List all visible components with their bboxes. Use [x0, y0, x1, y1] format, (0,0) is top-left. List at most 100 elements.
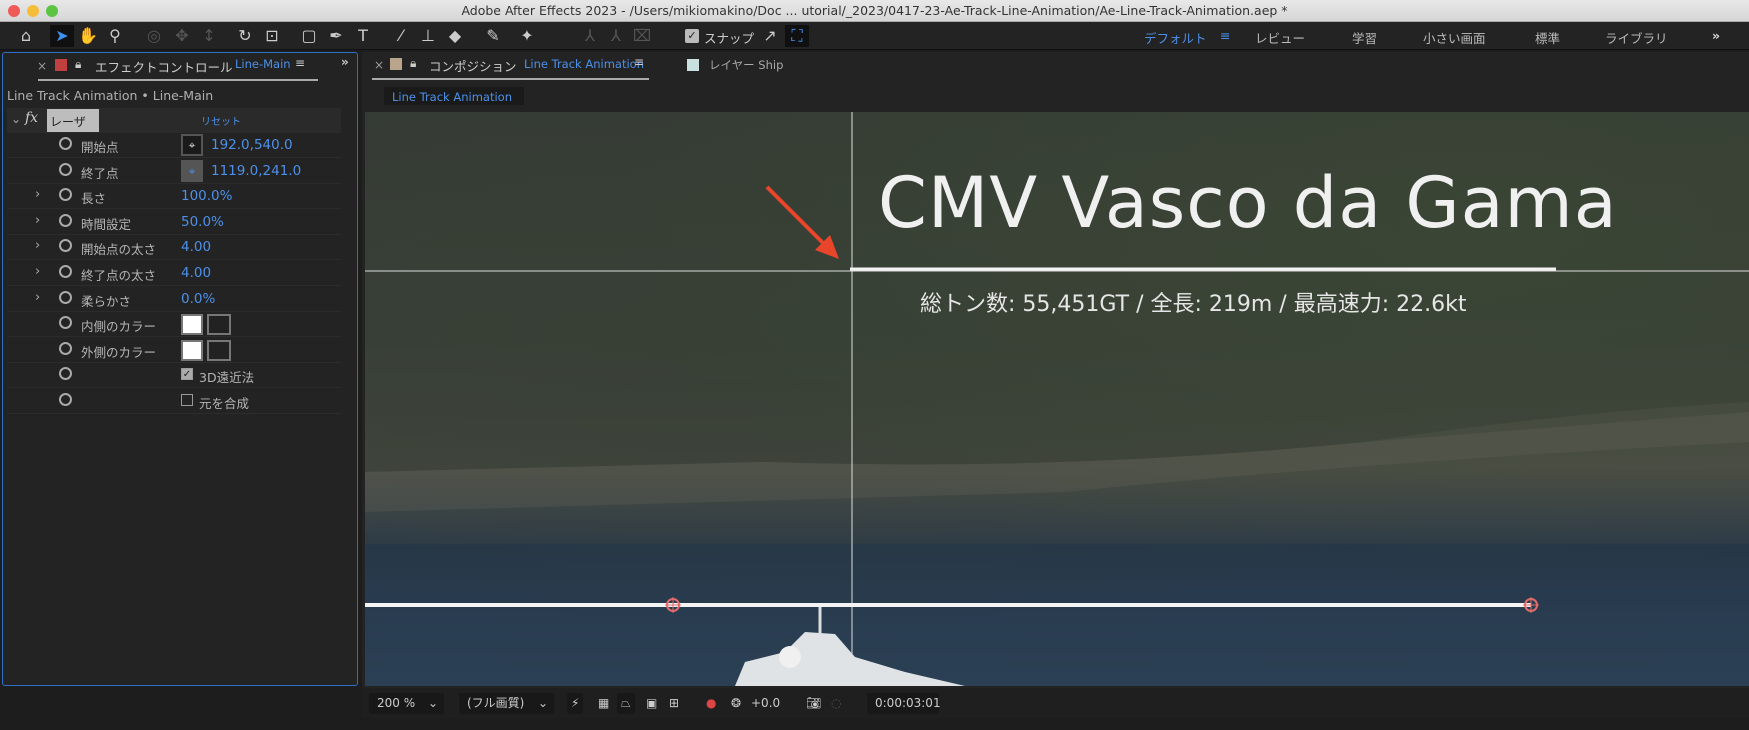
mask-visibility-icon[interactable]: ⏢ — [617, 693, 635, 714]
effect-param-row: ✓ 3D遠近法 — [7, 363, 341, 389]
reset-exposure-icon[interactable]: ❂ — [727, 693, 745, 714]
param-value[interactable]: 0.0% — [181, 291, 215, 307]
composition-tab[interactable]: コンポジション — [429, 56, 517, 75]
snap-options-icon[interactable]: ↗ — [758, 25, 782, 47]
eyedropper-icon[interactable] — [207, 339, 231, 361]
panel-menu-icon[interactable]: ≡ — [634, 55, 644, 69]
current-time[interactable]: 0:00:03:01 — [867, 693, 941, 714]
stopwatch-icon[interactable] — [59, 316, 72, 330]
workspace-small-screen[interactable]: 小さい画面 — [1423, 28, 1486, 47]
expand-chevron-icon[interactable]: › — [35, 238, 40, 253]
lock-icon[interactable]: 🔒︎ — [410, 56, 416, 71]
close-tab-icon[interactable]: × — [374, 58, 384, 72]
view-axis-icon[interactable]: ⌧ — [630, 25, 654, 47]
tools-toolbar: ⌂ ➤ ✋ ⚲ ◎ ✥ ↕ ↻ ⊡ ▢ ✒ T ⁄ ⊥ ◆ ✎ ✦ ⅄ ⅄ ⌧ … — [0, 22, 1749, 50]
show-snapshot-icon[interactable]: ◌ — [827, 693, 845, 714]
close-tab-icon[interactable]: × — [37, 59, 47, 73]
param-checkbox[interactable]: ✓ — [181, 368, 193, 381]
fx-toggle-icon[interactable]: fx — [25, 110, 38, 126]
effect-controls-layer[interactable]: Line-Main — [235, 57, 291, 71]
eraser-tool-icon[interactable]: ◆ — [443, 25, 467, 47]
point-target-icon[interactable]: ⌖ — [181, 134, 203, 156]
snapshot-camera-icon[interactable]: 📷︎ — [802, 693, 825, 714]
hand-tool-icon[interactable]: ✋ — [76, 25, 100, 47]
region-of-interest-icon[interactable]: ▣ — [642, 693, 661, 714]
effect-param-row: › 開始点の太さ 4.00 — [7, 235, 341, 261]
param-value[interactable]: 4.00 — [181, 239, 211, 255]
puppet-pin-tool-icon[interactable]: ✦ — [515, 25, 539, 47]
resolution-value: (フル画質) — [467, 696, 525, 710]
stopwatch-icon[interactable] — [59, 341, 72, 355]
type-tool-icon[interactable]: T — [351, 25, 375, 47]
workspace-menu-icon[interactable]: ≡ — [1220, 28, 1230, 43]
pan-camera-icon[interactable]: ✥ — [170, 25, 194, 47]
orbit-camera-icon[interactable]: ◎ — [142, 25, 166, 47]
snap-checkbox[interactable]: ✓ — [685, 29, 699, 43]
workspace-learn[interactable]: 学習 — [1352, 28, 1377, 47]
zoom-tool-icon[interactable]: ⚲ — [103, 25, 127, 47]
stopwatch-icon[interactable] — [59, 367, 72, 381]
stopwatch-icon[interactable] — [59, 290, 72, 304]
world-axis-icon[interactable]: ⅄ — [604, 25, 628, 47]
transparency-grid-icon[interactable]: ▦ — [594, 693, 613, 714]
composition-navigator-tab[interactable]: Line Track Animation — [384, 87, 524, 105]
param-checkbox[interactable] — [181, 394, 193, 406]
dolly-camera-icon[interactable]: ↕ — [197, 25, 221, 47]
workspace-default[interactable]: デフォルト — [1144, 28, 1207, 47]
expand-panel-icon[interactable]: » — [341, 55, 349, 69]
panel-menu-icon[interactable]: ≡ — [295, 56, 305, 70]
home-icon[interactable]: ⌂ — [14, 25, 38, 47]
more-workspaces-icon[interactable]: » — [1712, 28, 1720, 43]
workspace-review[interactable]: レビュー — [1255, 28, 1305, 47]
point-target-icon[interactable]: ⌖ — [181, 159, 203, 182]
fast-previews-icon[interactable]: ⚡ — [567, 693, 584, 714]
color-channels-icon[interactable]: ● — [702, 693, 720, 714]
rectangle-tool-icon[interactable]: ▢ — [297, 25, 321, 47]
reset-link[interactable]: リセット — [201, 113, 241, 128]
clone-stamp-tool-icon[interactable]: ⊥ — [416, 25, 440, 47]
expand-chevron-icon[interactable]: › — [35, 290, 40, 305]
color-swatch[interactable] — [181, 339, 203, 361]
param-value[interactable]: 100.0% — [181, 188, 232, 204]
composition-tab-name[interactable]: Line Track Animation — [524, 57, 644, 71]
rotate-tool-icon[interactable]: ↻ — [233, 25, 257, 47]
stopwatch-icon[interactable] — [59, 239, 72, 253]
roto-brush-tool-icon[interactable]: ✎ — [481, 25, 505, 47]
param-value[interactable]: 4.00 — [181, 265, 211, 281]
anchor-point-tool-icon[interactable]: ⊡ — [260, 25, 284, 47]
expand-chevron-icon[interactable]: › — [35, 187, 40, 202]
stopwatch-icon[interactable] — [59, 213, 72, 227]
param-value[interactable]: 1119.0,241.0 — [211, 163, 301, 179]
color-swatch[interactable] — [181, 314, 203, 336]
expand-chevron-icon[interactable]: › — [35, 264, 40, 279]
exposure-value[interactable]: +0.0 — [747, 693, 784, 714]
snap-label: スナップ — [704, 31, 755, 46]
pen-tool-icon[interactable]: ✒ — [324, 25, 348, 47]
effect-controls-tab[interactable]: エフェクトコントロール — [95, 57, 233, 76]
stopwatch-icon[interactable] — [59, 162, 72, 176]
lock-icon[interactable]: 🔒︎ — [75, 57, 81, 72]
breadcrumb: Line Track Animation • Line-Main — [7, 88, 214, 103]
effect-name[interactable]: レーザー — [47, 109, 99, 146]
magnification-dropdown[interactable]: 200 % ⌄ — [369, 693, 444, 714]
workspace-libraries[interactable]: ライブラリ — [1605, 28, 1668, 47]
grid-guides-icon[interactable]: ⊞ — [665, 693, 683, 714]
param-value[interactable]: 50.0% — [181, 214, 224, 230]
stopwatch-icon[interactable] — [59, 265, 72, 278]
stopwatch-icon[interactable] — [59, 188, 72, 202]
resolution-dropdown[interactable]: (フル画質) ⌄ — [459, 693, 554, 714]
workspace-standard[interactable]: 標準 — [1535, 28, 1560, 47]
selection-tool-icon[interactable]: ➤ — [50, 25, 74, 47]
stopwatch-icon[interactable] — [59, 137, 72, 150]
stopwatch-icon[interactable] — [59, 393, 72, 406]
collapse-chevron-icon[interactable]: ⌄ — [11, 112, 21, 126]
param-value[interactable]: 192.0,540.0 — [211, 137, 293, 153]
composition-viewer[interactable]: CMV Vasco da Gama 総トン数: 55,451GT / 全長: 2… — [365, 112, 1749, 686]
expand-chevron-icon[interactable]: › — [35, 213, 40, 228]
eyedropper-icon[interactable] — [207, 314, 231, 336]
effect-controls-panel: × 🔒︎ エフェクトコントロール Line-Main ≡ » Line Trac… — [2, 52, 358, 686]
layer-tab[interactable]: レイヤー Ship — [709, 57, 783, 73]
brush-tool-icon[interactable]: ⁄ — [389, 25, 413, 47]
local-axis-icon[interactable]: ⅄ — [578, 25, 602, 47]
snap-target-icon[interactable]: ⛶ — [785, 25, 809, 47]
